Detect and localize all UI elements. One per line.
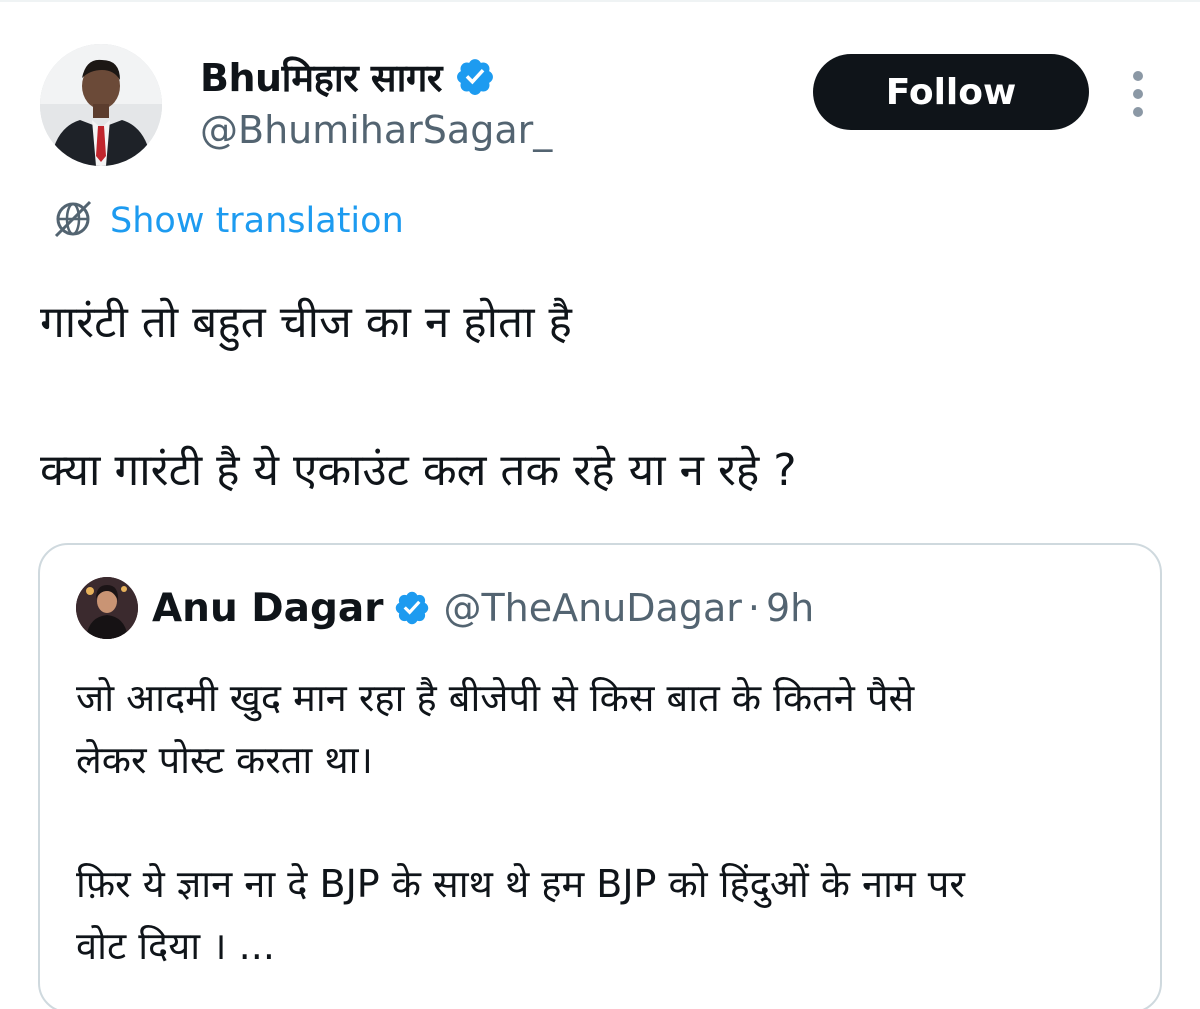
show-translation-link[interactable]: Show translation bbox=[50, 196, 404, 246]
quoted-verified-badge-icon bbox=[393, 589, 431, 627]
meta-separator: · bbox=[747, 586, 760, 630]
top-divider bbox=[0, 0, 1200, 2]
quoted-line-2: लेकर पोस्ट करता था। bbox=[76, 738, 373, 782]
author-display-name[interactable]: Bhuमिहार सागर bbox=[200, 51, 442, 103]
author-handle[interactable]: @BhumiharSagar_ bbox=[200, 108, 552, 152]
verified-badge-icon[interactable] bbox=[454, 56, 496, 98]
tweet-header: Bhuमिहार सागर @BhumiharSagar_ Follow bbox=[40, 44, 1160, 174]
paragraph-break bbox=[40, 360, 1160, 434]
quoted-timestamp[interactable]: 9h bbox=[766, 586, 814, 630]
quoted-line-4: वोट दिया । ... bbox=[76, 924, 275, 968]
tweet-line-1: गारंटी तो बहुत चीज का न होता है bbox=[40, 297, 572, 348]
quoted-author-avatar[interactable] bbox=[76, 577, 138, 639]
tweet-line-2: क्या गारंटी है ये एकाउंट कल तक रहे या न … bbox=[40, 445, 797, 496]
quoted-tweet[interactable]: Anu Dagar @TheAnuDagar · 9h जो आदमी खुद … bbox=[38, 543, 1162, 1009]
quoted-line-3: फ़िर ये ज्ञान ना दे BJP के साथ थे हम BJP… bbox=[76, 862, 965, 906]
more-vertical-icon[interactable] bbox=[1120, 66, 1156, 122]
quoted-tweet-header: Anu Dagar @TheAnuDagar · 9h bbox=[76, 577, 814, 639]
display-name-row: Bhuमिहार सागर bbox=[200, 52, 552, 102]
quoted-author-handle[interactable]: @TheAnuDagar bbox=[443, 586, 741, 630]
author-avatar[interactable] bbox=[40, 44, 162, 166]
translate-globe-icon bbox=[50, 196, 96, 246]
quoted-line-1: जो आदमी खुद मान रहा है बीजेपी से किस बात… bbox=[76, 676, 915, 720]
quoted-tweet-body: जो आदमी खुद मान रहा है बीजेपी से किस बात… bbox=[76, 667, 1136, 977]
paragraph-break bbox=[76, 791, 1136, 853]
author-names: Bhuमिहार सागर @BhumiharSagar_ bbox=[200, 52, 552, 152]
quoted-author-name[interactable]: Anu Dagar bbox=[152, 586, 383, 631]
show-translation-label[interactable]: Show translation bbox=[110, 201, 404, 241]
follow-button[interactable]: Follow bbox=[813, 54, 1089, 130]
tweet-body: गारंटी तो बहुत चीज का न होता है क्या गार… bbox=[40, 286, 1160, 508]
